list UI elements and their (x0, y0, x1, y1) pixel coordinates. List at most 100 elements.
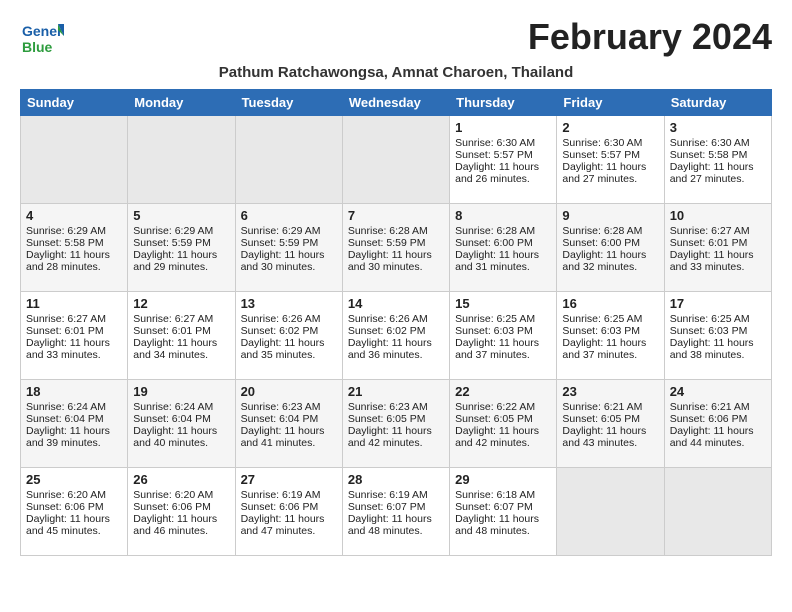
day-info: Sunset: 6:01 PM (670, 237, 766, 249)
day-number: 27 (241, 472, 337, 487)
day-info: Sunset: 6:05 PM (348, 413, 444, 425)
day-info: Sunrise: 6:29 AM (241, 225, 337, 237)
calendar-cell (557, 468, 664, 556)
day-number: 16 (562, 296, 658, 311)
day-number: 9 (562, 208, 658, 223)
calendar-table: SundayMondayTuesdayWednesdayThursdayFrid… (20, 89, 772, 556)
day-number: 10 (670, 208, 766, 223)
day-info: Sunset: 6:06 PM (670, 413, 766, 425)
day-number: 5 (133, 208, 229, 223)
calendar-cell (235, 116, 342, 204)
day-info: and 30 minutes. (241, 261, 337, 273)
day-info: Sunset: 5:58 PM (670, 149, 766, 161)
day-info: Daylight: 11 hours (26, 337, 122, 349)
day-info: Daylight: 11 hours (241, 513, 337, 525)
day-info: Daylight: 11 hours (133, 513, 229, 525)
day-number: 2 (562, 120, 658, 135)
day-number: 21 (348, 384, 444, 399)
day-info: Sunset: 6:02 PM (241, 325, 337, 337)
day-info: Sunrise: 6:20 AM (26, 489, 122, 501)
day-info: Sunset: 6:03 PM (670, 325, 766, 337)
day-info: and 37 minutes. (562, 349, 658, 361)
day-info: Sunset: 6:03 PM (562, 325, 658, 337)
day-info: Daylight: 11 hours (455, 513, 551, 525)
day-info: Sunrise: 6:24 AM (133, 401, 229, 413)
calendar-cell: 10Sunrise: 6:27 AMSunset: 6:01 PMDayligh… (664, 204, 771, 292)
calendar-cell: 29Sunrise: 6:18 AMSunset: 6:07 PMDayligh… (450, 468, 557, 556)
day-number: 14 (348, 296, 444, 311)
day-info: Sunrise: 6:26 AM (241, 313, 337, 325)
calendar-cell (21, 116, 128, 204)
weekday-wednesday: Wednesday (342, 90, 449, 116)
day-info: Daylight: 11 hours (562, 337, 658, 349)
day-info: and 44 minutes. (670, 437, 766, 449)
day-info: Daylight: 11 hours (241, 249, 337, 261)
day-info: and 47 minutes. (241, 525, 337, 537)
day-info: Sunset: 6:07 PM (348, 501, 444, 513)
day-number: 25 (26, 472, 122, 487)
day-info: Sunset: 5:58 PM (26, 237, 122, 249)
day-info: Daylight: 11 hours (348, 513, 444, 525)
calendar-cell: 1Sunrise: 6:30 AMSunset: 5:57 PMDaylight… (450, 116, 557, 204)
day-info: Sunrise: 6:19 AM (348, 489, 444, 501)
day-number: 4 (26, 208, 122, 223)
day-info: and 35 minutes. (241, 349, 337, 361)
day-info: Sunrise: 6:28 AM (348, 225, 444, 237)
day-info: Sunrise: 6:27 AM (670, 225, 766, 237)
day-number: 24 (670, 384, 766, 399)
calendar-cell: 14Sunrise: 6:26 AMSunset: 6:02 PMDayligh… (342, 292, 449, 380)
day-info: Daylight: 11 hours (26, 425, 122, 437)
day-info: Sunrise: 6:30 AM (670, 137, 766, 149)
week-row-3: 11Sunrise: 6:27 AMSunset: 6:01 PMDayligh… (21, 292, 772, 380)
weekday-sunday: Sunday (21, 90, 128, 116)
weekday-tuesday: Tuesday (235, 90, 342, 116)
calendar-cell: 9Sunrise: 6:28 AMSunset: 6:00 PMDaylight… (557, 204, 664, 292)
calendar-cell: 28Sunrise: 6:19 AMSunset: 6:07 PMDayligh… (342, 468, 449, 556)
day-info: Daylight: 11 hours (348, 425, 444, 437)
day-number: 23 (562, 384, 658, 399)
day-info: Sunset: 6:03 PM (455, 325, 551, 337)
day-number: 17 (670, 296, 766, 311)
day-info: Sunrise: 6:24 AM (26, 401, 122, 413)
day-info: Sunrise: 6:25 AM (670, 313, 766, 325)
day-info: Sunrise: 6:25 AM (455, 313, 551, 325)
weekday-thursday: Thursday (450, 90, 557, 116)
calendar-cell (664, 468, 771, 556)
calendar-cell: 3Sunrise: 6:30 AMSunset: 5:58 PMDaylight… (664, 116, 771, 204)
day-info: Daylight: 11 hours (133, 425, 229, 437)
day-info: Sunset: 6:00 PM (455, 237, 551, 249)
day-info: and 42 minutes. (455, 437, 551, 449)
day-info: Sunrise: 6:29 AM (26, 225, 122, 237)
day-info: Sunset: 5:59 PM (241, 237, 337, 249)
weekday-monday: Monday (128, 90, 235, 116)
day-info: Sunrise: 6:28 AM (455, 225, 551, 237)
day-info: Sunset: 6:01 PM (26, 325, 122, 337)
day-info: and 30 minutes. (348, 261, 444, 273)
day-number: 12 (133, 296, 229, 311)
day-info: Sunset: 6:06 PM (26, 501, 122, 513)
calendar-cell: 25 Sunrise: 6:20 AMSunset: 6:06 PMDayligh… (21, 468, 128, 556)
day-info: Daylight: 11 hours (241, 425, 337, 437)
day-info: Sunrise: 6:29 AM (133, 225, 229, 237)
calendar-cell: 19Sunrise: 6:24 AMSunset: 6:04 PMDayligh… (128, 380, 235, 468)
weekday-friday: Friday (557, 90, 664, 116)
day-info: Daylight: 11 hours (241, 337, 337, 349)
calendar-cell: 18Sunrise: 6:24 AMSunset: 6:04 PMDayligh… (21, 380, 128, 468)
calendar-cell: 21Sunrise: 6:23 AMSunset: 6:05 PMDayligh… (342, 380, 449, 468)
day-info: and 46 minutes. (133, 525, 229, 537)
day-info: Sunrise: 6:30 AM (562, 137, 658, 149)
day-info: Sunset: 6:07 PM (455, 501, 551, 513)
calendar-cell: 22Sunrise: 6:22 AMSunset: 6:05 PMDayligh… (450, 380, 557, 468)
day-info: Daylight: 11 hours (562, 425, 658, 437)
calendar-cell: 11Sunrise: 6:27 AMSunset: 6:01 PMDayligh… (21, 292, 128, 380)
day-info: Sunset: 6:00 PM (562, 237, 658, 249)
day-info: Sunset: 5:59 PM (133, 237, 229, 249)
week-row-1: 1Sunrise: 6:30 AMSunset: 5:57 PMDaylight… (21, 116, 772, 204)
day-info: Daylight: 11 hours (26, 513, 122, 525)
day-info: Sunset: 6:06 PM (133, 501, 229, 513)
calendar-cell (342, 116, 449, 204)
day-info: Sunrise: 6:28 AM (562, 225, 658, 237)
day-info: and 32 minutes. (562, 261, 658, 273)
calendar-cell: 23Sunrise: 6:21 AMSunset: 6:05 PMDayligh… (557, 380, 664, 468)
day-info: and 27 minutes. (562, 173, 658, 185)
